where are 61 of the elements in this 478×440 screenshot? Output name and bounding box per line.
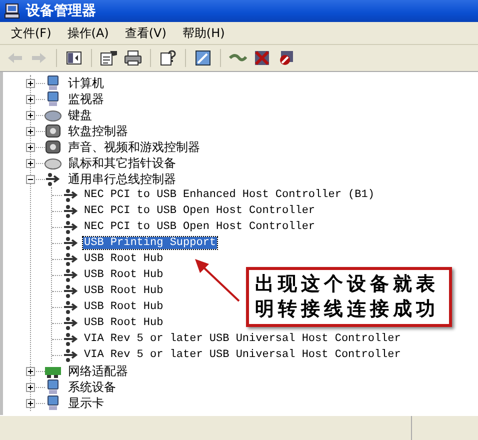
expander[interactable] xyxy=(26,398,35,408)
usb-icon xyxy=(62,267,80,283)
panel-icon xyxy=(66,51,82,65)
usb-icon xyxy=(62,283,80,299)
annotation-arrow xyxy=(193,257,241,303)
usb-icon xyxy=(62,251,80,267)
tree-item[interactable]: 系统设备 xyxy=(66,378,118,396)
help-icon xyxy=(160,50,176,66)
tree-item[interactable]: NEC PCI to USB Enhanced Host Controller (B1) xyxy=(83,189,376,201)
usb-icon xyxy=(62,331,80,347)
menu-item[interactable]: 查看(V) xyxy=(122,24,170,42)
tree-item[interactable]: 软盘控制器 xyxy=(66,122,130,140)
tree-item[interactable]: 鼠标和其它指针设备 xyxy=(66,154,178,172)
tree-item[interactable]: 声音、视频和游戏控制器 xyxy=(66,138,202,156)
usb-icon xyxy=(62,219,80,235)
tree-item[interactable]: 键盘 xyxy=(66,106,94,124)
usb-icon xyxy=(62,315,80,331)
expander[interactable] xyxy=(26,158,35,168)
expander[interactable] xyxy=(26,366,35,376)
back-arrow-icon xyxy=(7,51,23,65)
window-title: 设备管理器 xyxy=(26,2,96,20)
expander[interactable] xyxy=(26,142,35,152)
expander[interactable] xyxy=(26,174,35,184)
tree-item[interactable]: USB Root Hub xyxy=(83,317,164,329)
usb-icon xyxy=(44,171,62,187)
tree-item[interactable]: NEC PCI to USB Open Host Controller xyxy=(83,205,316,217)
usb-icon xyxy=(62,299,80,315)
usb-icon xyxy=(62,347,80,363)
cross-icon xyxy=(254,50,270,66)
disable-icon xyxy=(278,50,294,66)
tree-item[interactable]: NEC PCI to USB Open Host Controller xyxy=(83,221,316,233)
annotation-callout: 出现这个设备就表明转接线连接成功 xyxy=(246,267,452,327)
device-icon xyxy=(44,139,62,155)
tree-item[interactable]: VIA Rev 5 or later USB Universal Host Controller xyxy=(83,333,402,345)
menu-item[interactable]: 文件(F) xyxy=(8,24,54,42)
expander[interactable] xyxy=(26,94,35,104)
tree-item[interactable]: 显示卡 xyxy=(66,394,106,412)
menu-item[interactable]: 操作(A) xyxy=(64,24,112,42)
tree-item[interactable]: VIA Rev 5 or later USB Universal Host Controller xyxy=(83,349,402,361)
device-icon xyxy=(44,123,62,139)
usb-icon xyxy=(62,203,80,219)
tree-item[interactable]: 监视器 xyxy=(66,90,106,108)
tree-item[interactable]: USB Root Hub xyxy=(83,269,164,281)
usb-icon xyxy=(62,235,80,251)
tree-item[interactable]: USB Root Hub xyxy=(83,285,164,297)
expander[interactable] xyxy=(26,78,35,88)
tree-item[interactable]: 通用串行总线控制器 xyxy=(66,170,178,188)
usb-icon xyxy=(62,187,80,203)
printer-icon xyxy=(124,50,142,66)
tree-item[interactable]: USB Printing Support xyxy=(83,237,218,249)
menu-item[interactable]: 帮助(H) xyxy=(179,24,228,42)
tree-item[interactable]: USB Root Hub xyxy=(83,253,164,265)
tree-item[interactable]: 网络适配器 xyxy=(66,362,130,380)
expander[interactable] xyxy=(26,126,35,136)
tree-item[interactable]: 计算机 xyxy=(66,74,106,92)
tree-item[interactable]: USB Root Hub xyxy=(83,301,164,313)
computer-icon xyxy=(4,3,20,19)
expander[interactable] xyxy=(26,382,35,392)
expander[interactable] xyxy=(26,110,35,120)
forward-arrow-icon xyxy=(31,51,47,65)
properties-icon xyxy=(100,50,118,66)
